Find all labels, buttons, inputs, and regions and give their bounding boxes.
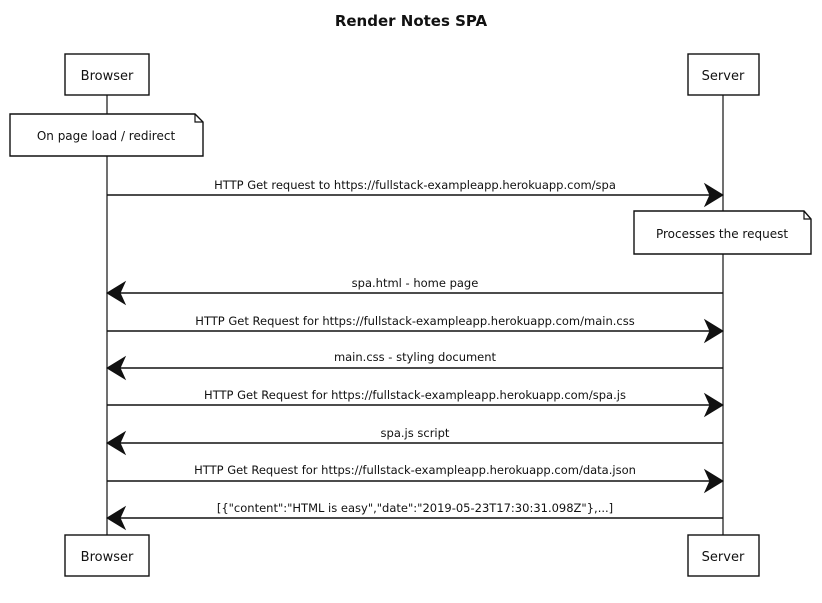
message-4-label: main.css - styling document <box>334 350 497 364</box>
browser-actor-top: Browser <box>64 53 150 96</box>
message-7: HTTP Get Request for https://fullstack-e… <box>107 463 724 494</box>
message-5: HTTP Get Request for https://fullstack-e… <box>107 388 724 418</box>
message-6: spa.js script <box>106 426 723 456</box>
browser-actor-label: Browser <box>81 69 134 84</box>
message-4: main.css - styling document <box>106 350 723 381</box>
message-1: HTTP Get request to https://fullstack-ex… <box>107 178 724 208</box>
message-3-label: HTTP Get Request for https://fullstack-e… <box>195 314 634 328</box>
browser-actor-bottom: Browser <box>64 534 150 577</box>
note-page-load: On page load / redirect <box>9 113 204 157</box>
server-actor-bottom-label: Server <box>702 550 745 565</box>
note-page-load-text: On page load / redirect <box>37 129 176 143</box>
message-1-label: HTTP Get request to https://fullstack-ex… <box>214 178 616 192</box>
server-actor-label: Server <box>702 69 745 84</box>
note-processes-request-text: Processes the request <box>656 227 788 241</box>
message-2-label: spa.html - home page <box>352 276 479 290</box>
server-actor-top: Server <box>687 53 760 96</box>
message-3: HTTP Get Request for https://fullstack-e… <box>107 314 724 344</box>
browser-actor-bottom-label: Browser <box>81 550 134 565</box>
message-5-label: HTTP Get Request for https://fullstack-e… <box>204 388 626 402</box>
server-actor-bottom: Server <box>687 534 760 577</box>
message-2: spa.html - home page <box>106 276 723 306</box>
message-6-label: spa.js script <box>381 426 450 440</box>
message-8: [{"content":"HTML is easy","date":"2019-… <box>106 501 723 531</box>
message-7-label: HTTP Get Request for https://fullstack-e… <box>194 463 636 477</box>
message-8-label: [{"content":"HTML is easy","date":"2019-… <box>217 501 613 515</box>
note-processes-request: Processes the request <box>633 210 812 255</box>
sequence-diagram: Render Notes SPA Browser Server On page … <box>9 12 812 577</box>
diagram-title: Render Notes SPA <box>335 12 488 30</box>
